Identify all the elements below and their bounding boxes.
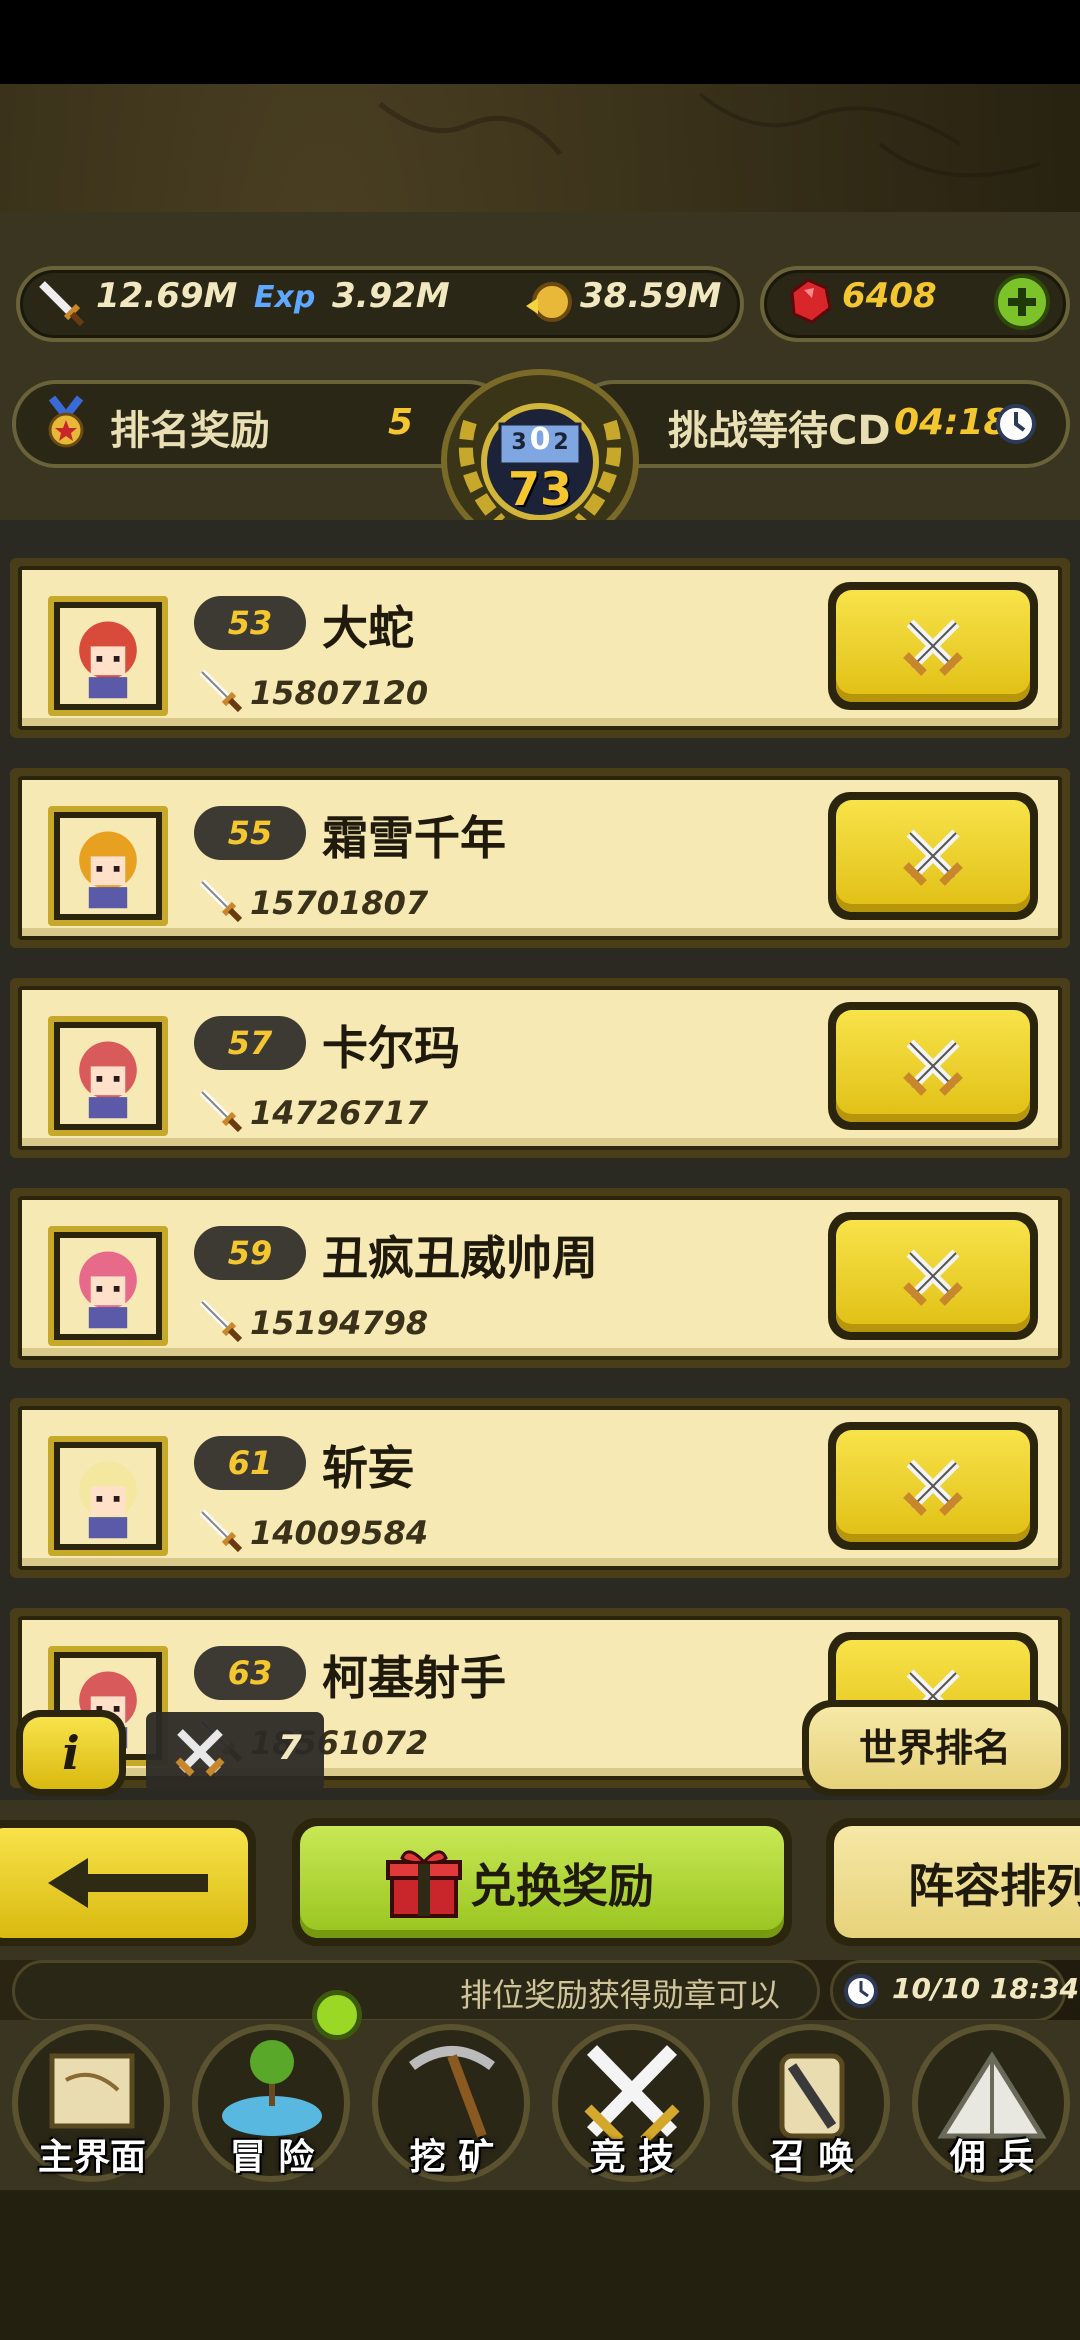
opponent-avatar[interactable]	[48, 806, 168, 926]
opponent-power: 15701807	[250, 884, 429, 922]
opponent-level: 63	[194, 1646, 306, 1700]
crossed-swords-icon	[903, 1249, 963, 1306]
cooldown-label: 挑战等待CD	[668, 408, 891, 454]
badge-digit-third: 3	[511, 430, 527, 455]
sword-icon	[199, 1089, 243, 1133]
opponent-name: 丑疯丑威帅周	[322, 1231, 598, 1285]
ticker-text: 排位奖励获得勋章可以	[460, 1976, 781, 2014]
badge-digit-second: 2	[553, 430, 569, 455]
nav-item[interactable]: 召 唤	[722, 2018, 902, 2188]
sword-icon	[199, 1509, 243, 1553]
opponent-level: 59	[194, 1226, 306, 1280]
ruby-gem-icon	[790, 278, 832, 324]
clock-icon	[844, 1974, 878, 2008]
opponent-avatar[interactable]	[48, 596, 168, 716]
sword-icon	[39, 281, 85, 327]
opponent-row: 55 霜雪千年 15701807	[10, 768, 1070, 948]
crossed-swords-icon	[903, 1039, 963, 1096]
opponent-level: 57	[194, 1016, 306, 1070]
add-gems-button[interactable]	[994, 274, 1050, 330]
opponent-row: 57 卡尔玛 14726717	[10, 978, 1070, 1158]
crossed-swords-icon	[903, 829, 963, 886]
world-ranking-label: 世界排名	[809, 1707, 1061, 1789]
nav-item[interactable]: 冒 险	[182, 2018, 362, 2188]
notification-dot	[312, 1990, 362, 2040]
exp-icon: Exp	[254, 280, 316, 315]
nav-item[interactable]: 竞 技	[542, 2018, 722, 2188]
character-portrait-icon	[79, 1251, 137, 1329]
opponent-power: 15807120	[250, 674, 429, 712]
opponent-name: 斩妄	[322, 1441, 414, 1495]
opponent-avatar[interactable]	[48, 1226, 168, 1346]
opponent-level: 55	[194, 806, 306, 860]
my-rank-number: 73	[507, 462, 572, 516]
medal-icon	[48, 395, 84, 448]
status-bar-area	[0, 0, 1080, 84]
rank-reward-value: 5	[388, 402, 414, 443]
redeem-rewards-button[interactable]: 兑换奖励	[292, 1818, 792, 1946]
challenge-button[interactable]	[828, 1422, 1038, 1550]
sword-icon	[199, 669, 243, 713]
nav-item[interactable]: 佣 兵	[902, 2018, 1080, 2188]
sword-icon	[199, 879, 243, 923]
datetime-value: 10/10 18:34	[892, 1972, 1080, 2005]
opponent-name: 大蛇	[322, 601, 414, 655]
nav-label: 挖 矿	[409, 2137, 495, 2178]
nav-label: 竞 技	[589, 2137, 675, 2178]
opponent-name: 卡尔玛	[322, 1021, 460, 1075]
opponent-power: 14726717	[250, 1094, 429, 1132]
badge-digit-first: 0	[529, 422, 551, 457]
crossed-swords-icon	[903, 619, 963, 676]
opponent-power: 14009584	[250, 1514, 429, 1552]
lineup-button[interactable]: 阵容排列	[826, 1818, 1080, 1946]
opponent-row: 59 丑疯丑威帅周 15194798	[10, 1188, 1070, 1368]
plus-icon	[1008, 288, 1036, 316]
opponent-row: 53 大蛇 15807120	[10, 558, 1070, 738]
cooldown-value: 04:18	[894, 402, 1009, 443]
bottom-background	[0, 2190, 1080, 2340]
nav-label: 召 唤	[769, 2137, 855, 2178]
nav-item[interactable]: 主界面	[2, 2018, 182, 2188]
crossed-swords-icon	[903, 1459, 963, 1516]
challenge-button[interactable]	[828, 1002, 1038, 1130]
gem-value: 6408	[842, 276, 937, 316]
back-button[interactable]	[0, 1820, 256, 1946]
character-portrait-icon	[79, 1461, 137, 1539]
opponent-row: 61 斩妄 14009584	[10, 1398, 1070, 1578]
nav-label: 佣 兵	[949, 2137, 1035, 2178]
nav-label: 冒 险	[229, 2137, 315, 2178]
info-button[interactable]: i	[16, 1710, 126, 1796]
gift-box-icon	[386, 1850, 462, 1918]
opponent-level: 53	[194, 596, 306, 650]
opponent-name: 柯基射手	[322, 1651, 506, 1705]
challenge-button[interactable]	[828, 582, 1038, 710]
exp-value: 3.92M	[332, 276, 450, 316]
clock-icon	[996, 404, 1036, 444]
attack-value: 12.69M	[96, 276, 238, 316]
attempts-value: 7	[278, 1728, 302, 1768]
challenge-button[interactable]	[828, 1212, 1038, 1340]
world-ranking-button[interactable]: 世界排名	[802, 1700, 1068, 1796]
redeem-rewards-label: 兑换奖励	[470, 1859, 654, 1913]
gold-coin-icon	[526, 282, 572, 322]
opponent-avatar[interactable]	[48, 1016, 168, 1136]
opponent-avatar[interactable]	[48, 1436, 168, 1556]
nav-label: 主界面	[37, 2137, 146, 2178]
opponent-power: 15194798	[250, 1304, 429, 1342]
back-arrow-icon	[48, 1858, 208, 1908]
gold-value: 38.59M	[580, 276, 722, 316]
character-portrait-icon	[79, 1041, 137, 1119]
character-portrait-icon	[79, 621, 137, 699]
map-decoration	[378, 92, 1041, 178]
rank-reward-label: 排名奖励	[110, 408, 270, 454]
nav-item[interactable]: 挖 矿	[362, 2018, 542, 2188]
character-portrait-icon	[79, 831, 137, 909]
sword-icon	[199, 1299, 243, 1343]
challenge-button[interactable]	[828, 792, 1038, 920]
opponent-name: 霜雪千年	[322, 811, 506, 865]
crossed-swords-icon	[175, 1729, 225, 1777]
lineup-label: 阵容排列	[908, 1859, 1080, 1913]
info-button-label: i	[23, 1717, 119, 1789]
opponent-level: 61	[194, 1436, 306, 1490]
